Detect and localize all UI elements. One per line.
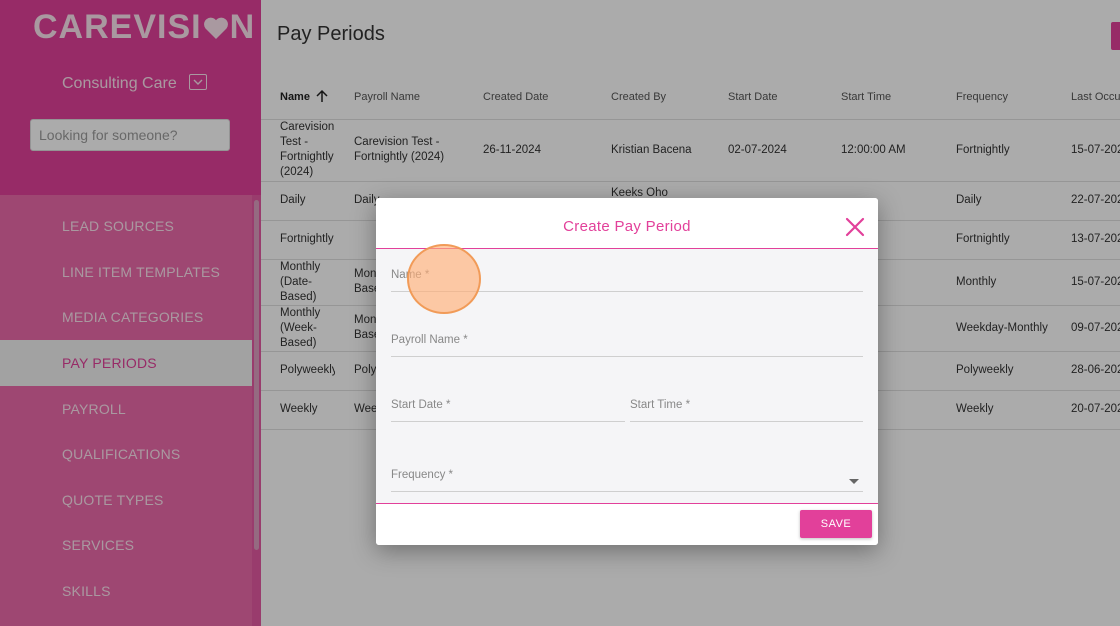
payroll-name-field-label: Payroll Name * <box>391 334 468 346</box>
save-button[interactable]: SAVE <box>800 510 872 538</box>
click-indicator <box>407 244 481 314</box>
payroll-name-field[interactable]: Payroll Name * <box>391 327 863 357</box>
start-date-field-label: Start Date * <box>391 399 451 411</box>
start-date-field[interactable]: Start Date * <box>391 392 625 422</box>
start-time-field[interactable]: Start Time * <box>630 392 863 422</box>
frequency-select-label: Frequency * <box>391 469 454 481</box>
dropdown-caret-icon[interactable] <box>849 472 859 490</box>
dialog-footer: SAVE <box>376 503 878 545</box>
dialog-title: Create Pay Period <box>563 218 691 235</box>
frequency-select[interactable]: Frequency * <box>391 462 863 492</box>
start-time-field-label: Start Time * <box>630 399 691 411</box>
close-icon[interactable] <box>843 215 867 239</box>
dialog-header: Create Pay Period <box>376 198 878 249</box>
